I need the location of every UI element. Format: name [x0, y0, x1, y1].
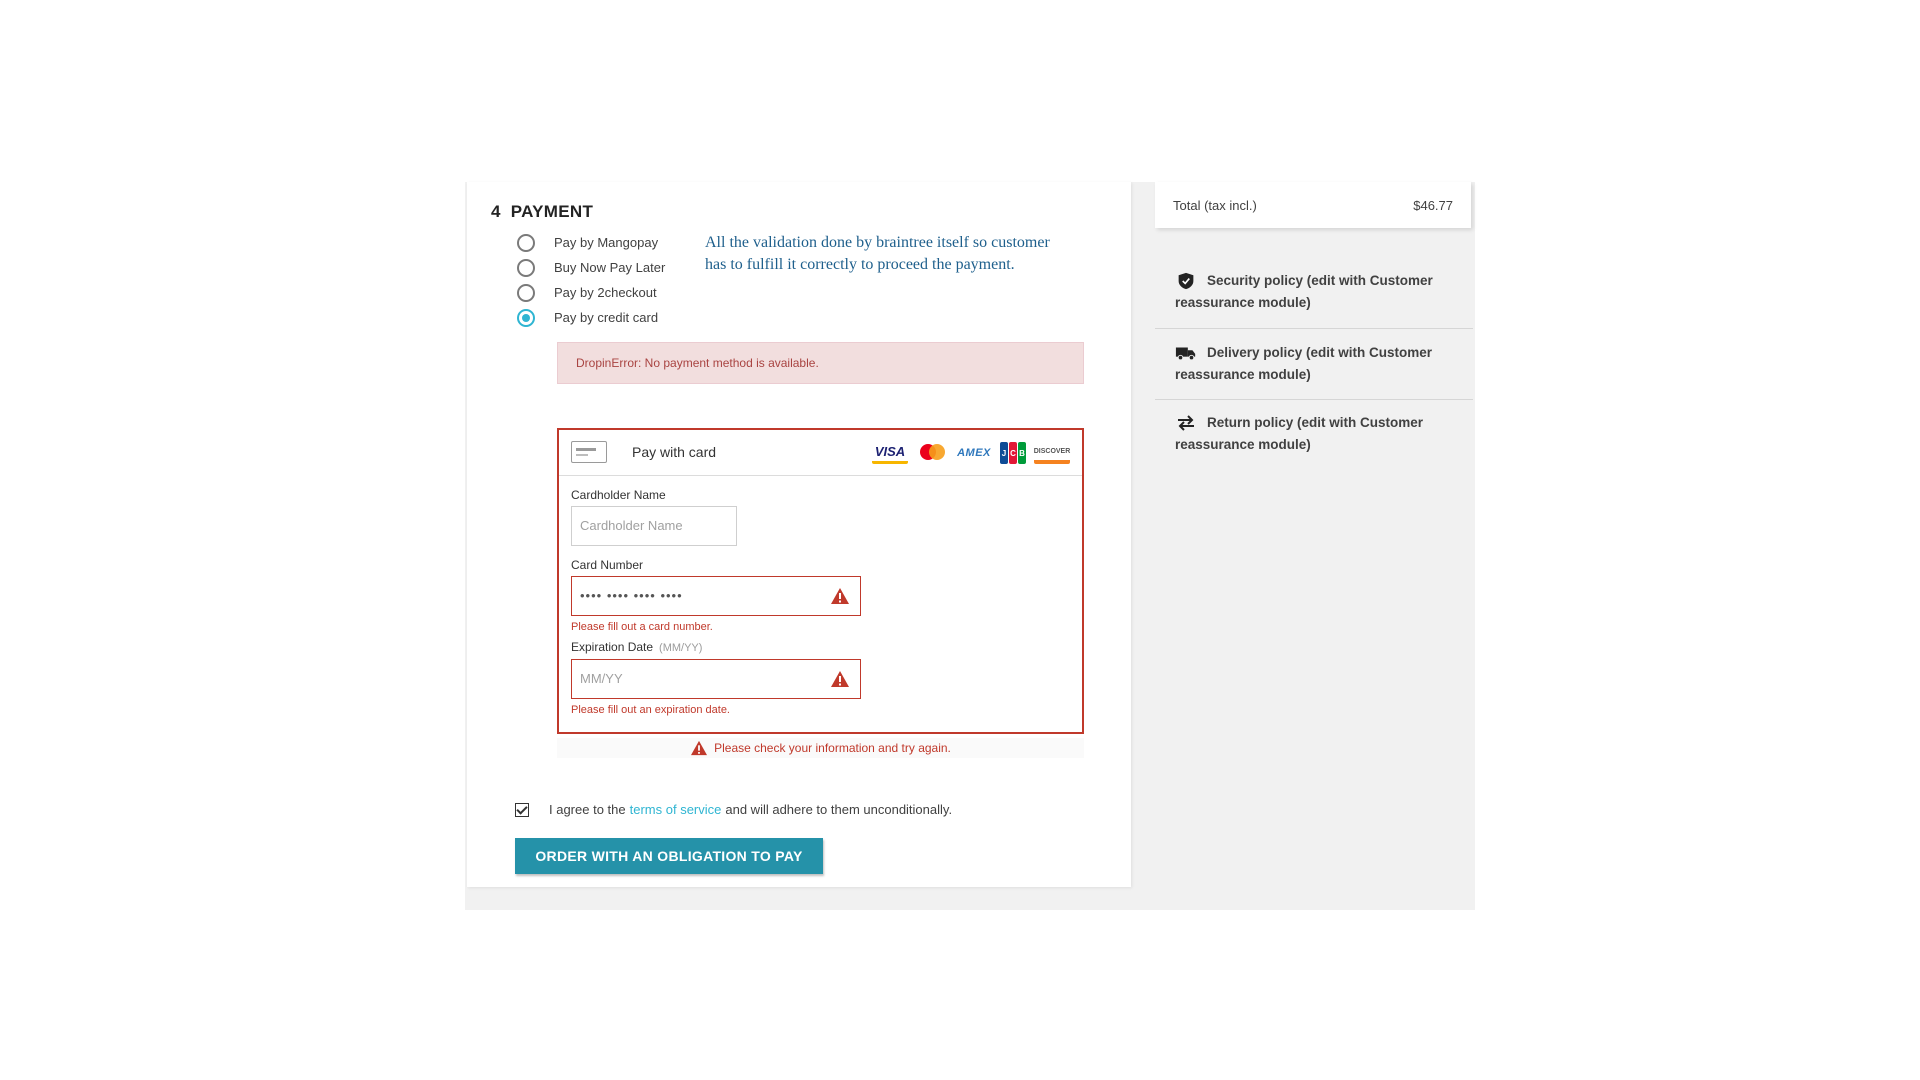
card-number-label: Card Number — [571, 558, 644, 572]
option-label: Pay by Mangopay — [554, 235, 659, 250]
card-form-title: Pay with card — [632, 444, 717, 460]
truck-icon — [1175, 347, 1196, 361]
card-form: Pay with card VISA AMEX JCB DISCOVER Car… — [557, 428, 1084, 734]
checkout-page: 4 PAYMENT Pay by Mangopay Buy Now Pay Lat… — [465, 182, 1475, 910]
order-button[interactable]: ORDER WITH AN OBLIGATION TO PAY — [515, 838, 823, 874]
divider — [1155, 328, 1473, 329]
terms-text-after: and will adhere to them unconditionally. — [725, 802, 953, 817]
credit-card-icon — [571, 441, 607, 463]
expiration-date-label: Expiration Date (MM/YY) — [571, 640, 703, 654]
warning-icon — [831, 671, 849, 687]
dropin-error-alert: DropinError: No payment method is availa… — [557, 342, 1084, 384]
expiration-date-input[interactable]: MM/YY — [571, 659, 861, 699]
amex-logo-icon: AMEX — [957, 447, 991, 459]
card-brands: VISA AMEX JCB DISCOVER — [872, 442, 1070, 464]
cardholder-name-input[interactable]: Cardholder Name — [571, 506, 737, 546]
form-error-text: Please check your information and try ag… — [714, 741, 951, 755]
radio-button-selected[interactable] — [517, 308, 535, 327]
payment-option-2checkout[interactable]: Pay by 2checkout — [517, 280, 665, 305]
warning-icon — [691, 740, 708, 756]
expiration-date-hint: (MM/YY) — [659, 642, 703, 654]
terms-text-before: I agree to the — [549, 802, 626, 817]
expiration-date-error: Please fill out an expiration date. — [571, 704, 730, 716]
step-number: 4 — [491, 202, 501, 221]
divider — [1155, 399, 1473, 400]
option-label: Pay by credit card — [554, 310, 659, 325]
annotation-note: All the validation done by braintree its… — [705, 234, 1050, 273]
payment-options: Pay by Mangopay Buy Now Pay Later Pay by… — [517, 230, 665, 330]
expiration-date-placeholder: MM/YY — [580, 671, 623, 686]
radio-button[interactable] — [517, 233, 535, 252]
card-number-value: •••• •••• •••• •••• — [580, 588, 683, 603]
mastercard-logo-icon — [916, 442, 948, 464]
cart-total: Total (tax incl.) $46.77 — [1155, 182, 1471, 228]
terms-agreement: I agree to the terms of service and will… — [515, 802, 952, 817]
security-policy: Security policy (edit with Customer reas… — [1155, 270, 1473, 314]
swap-arrows-icon — [1178, 415, 1194, 432]
delivery-policy-text: Delivery policy (edit with Customer reas… — [1175, 345, 1433, 382]
card-form-header: Pay with card VISA AMEX JCB DISCOVER — [559, 430, 1082, 476]
security-policy-text: Security policy (edit with Customer reas… — [1175, 273, 1433, 310]
return-policy: Return policy (edit with Customer reassu… — [1155, 412, 1473, 456]
card-number-input[interactable]: •••• •••• •••• •••• — [571, 576, 861, 616]
discover-logo-icon: DISCOVER — [1034, 442, 1070, 464]
return-policy-text: Return policy (edit with Customer reassu… — [1175, 415, 1424, 452]
payment-option-bnpl[interactable]: Buy Now Pay Later — [517, 255, 665, 280]
shield-icon — [1178, 273, 1194, 290]
total-value: $46.77 — [1413, 197, 1453, 213]
total-label: Total (tax incl.) — [1173, 197, 1257, 213]
payment-option-mangopay[interactable]: Pay by Mangopay — [517, 230, 665, 255]
cardholder-name-placeholder: Cardholder Name — [580, 518, 683, 533]
jcb-logo-icon: JCB — [1000, 442, 1026, 464]
terms-of-service-link[interactable]: terms of service — [630, 802, 722, 817]
visa-logo-icon: VISA — [872, 442, 908, 464]
delivery-policy: Delivery policy (edit with Customer reas… — [1155, 342, 1473, 386]
payment-section: 4 PAYMENT Pay by Mangopay Buy Now Pay Lat… — [467, 182, 1131, 887]
cardholder-name-label: Cardholder Name — [571, 488, 666, 502]
step-label: PAYMENT — [510, 202, 594, 221]
radio-button[interactable] — [517, 258, 535, 277]
option-label: Pay by 2checkout — [554, 285, 657, 300]
warning-icon — [831, 588, 849, 604]
terms-checkbox[interactable] — [515, 802, 529, 817]
option-label: Buy Now Pay Later — [554, 260, 666, 275]
card-number-error: Please fill out a card number. — [571, 621, 713, 633]
payment-option-credit-card[interactable]: Pay by credit card — [517, 305, 665, 330]
form-error-message: Please check your information and try ag… — [557, 738, 1084, 758]
step-title: 4 PAYMENT — [491, 202, 593, 222]
radio-button[interactable] — [517, 283, 535, 302]
